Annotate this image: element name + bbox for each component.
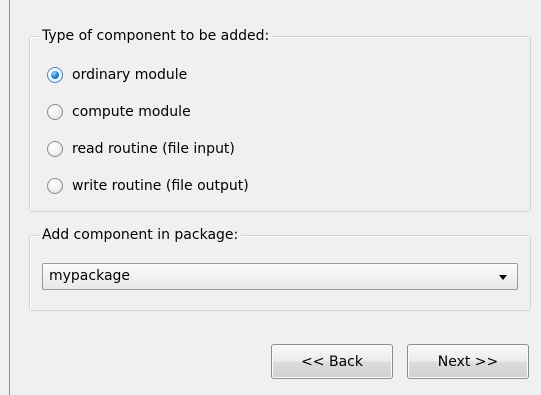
write-routine-label: write routine (file output) (72, 178, 249, 194)
compute-module-label: compute module (72, 104, 191, 120)
radio-option-read-routine[interactable]: read routine (file input) (47, 138, 235, 160)
radio-option-compute-module[interactable]: compute module (47, 101, 191, 123)
write-routine-radio-button[interactable] (47, 178, 63, 194)
radio-option-write-routine[interactable]: write routine (file output) (47, 175, 249, 197)
read-routine-radio-button[interactable] (47, 141, 63, 157)
package-group: Add component in package: mypackage (29, 226, 531, 311)
radio-selected-dot-icon (51, 71, 59, 79)
ordinary-module-label: ordinary module (72, 67, 188, 83)
chevron-down-icon (499, 275, 507, 280)
read-routine-label: read routine (file input) (72, 141, 235, 157)
component-type-group-title: Type of component to be added: (39, 27, 273, 45)
package-dropdown[interactable]: mypackage (42, 263, 518, 290)
ordinary-module-radio-button[interactable] (47, 67, 63, 83)
package-dropdown-value: mypackage (49, 268, 131, 284)
radio-option-ordinary-module[interactable]: ordinary module (47, 64, 187, 86)
component-type-group: Type of component to be added: ordinary … (29, 27, 531, 212)
add-component-dialog: Type of component to be added: ordinary … (0, 0, 541, 395)
back-button[interactable]: << Back (271, 344, 393, 379)
compute-module-radio-button[interactable] (47, 104, 63, 120)
dialog-left-border (9, 0, 10, 395)
next-button[interactable]: Next >> (407, 344, 529, 379)
package-group-title: Add component in package: (39, 226, 242, 244)
